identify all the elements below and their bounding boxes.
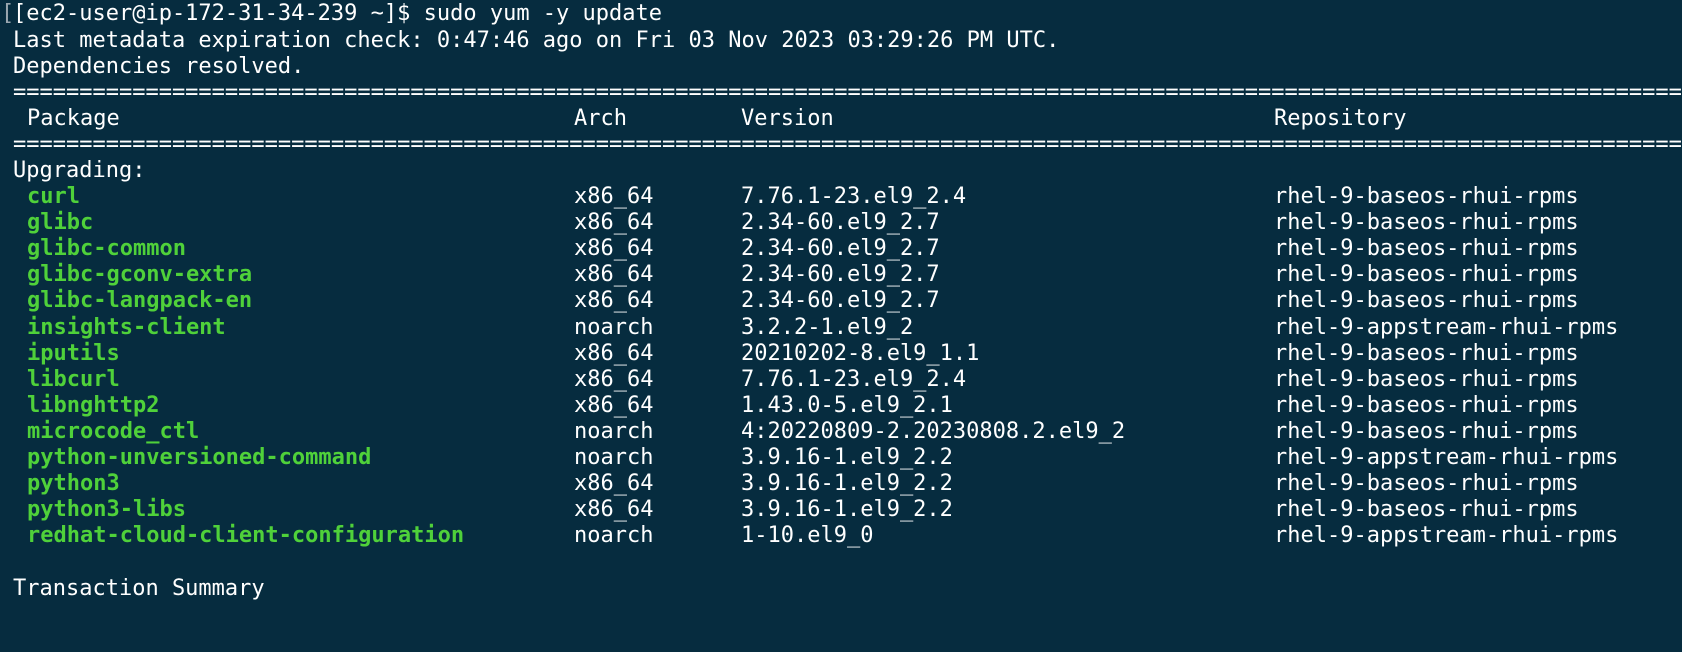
package-arch: x86_64: [574, 393, 654, 418]
package-version: 20210202-8.el9_1.1: [741, 341, 980, 366]
package-name: insights-client: [27, 315, 226, 340]
package-version: 3.9.16-1.el9_2.2: [741, 471, 953, 496]
package-version: 3.2.2-1.el9_2: [741, 315, 914, 340]
header-repository: Repository: [1274, 106, 1407, 131]
package-repository: rhel-9-baseos-rhui-rpms: [1274, 367, 1579, 392]
package-name: libcurl: [27, 367, 120, 392]
section-label: Upgrading:: [13, 158, 146, 183]
package-repository: rhel-9-appstream-rhui-rpms: [1274, 315, 1619, 340]
package-name: curl: [27, 184, 80, 209]
package-arch: noarch: [574, 315, 654, 340]
package-arch: x86_64: [574, 367, 654, 392]
package-arch: noarch: [574, 419, 654, 444]
separator-bottom: ========================================…: [13, 132, 1682, 157]
package-arch: x86_64: [574, 236, 654, 261]
package-repository: rhel-9-baseos-rhui-rpms: [1274, 236, 1579, 261]
package-version: 3.9.16-1.el9_2.2: [741, 497, 953, 522]
package-arch: noarch: [574, 523, 654, 548]
package-arch: x86_64: [574, 184, 654, 209]
header-package: Package: [27, 106, 120, 131]
package-version: 2.34-60.el9_2.7: [741, 236, 940, 261]
package-version: 2.34-60.el9_2.7: [741, 288, 940, 313]
package-repository: rhel-9-baseos-rhui-rpms: [1274, 210, 1579, 235]
package-repository: rhel-9-baseos-rhui-rpms: [1274, 471, 1579, 496]
package-name: glibc-common: [27, 236, 186, 261]
package-version: 1.43.0-5.el9_2.1: [741, 393, 953, 418]
package-name: libnghttp2: [27, 393, 160, 418]
package-name: glibc-langpack-en: [27, 288, 253, 313]
package-repository: rhel-9-baseos-rhui-rpms: [1274, 419, 1579, 444]
package-repository: rhel-9-baseos-rhui-rpms: [1274, 497, 1579, 522]
package-repository: rhel-9-baseos-rhui-rpms: [1274, 288, 1579, 313]
package-version: 7.76.1-23.el9_2.4: [741, 184, 967, 209]
package-name: python-unversioned-command: [27, 445, 372, 470]
package-repository: rhel-9-appstream-rhui-rpms: [1274, 445, 1619, 470]
package-version: 1-10.el9_0: [741, 523, 874, 548]
package-name: python3-libs: [27, 497, 186, 522]
package-repository: rhel-9-baseos-rhui-rpms: [1274, 184, 1579, 209]
header-version: Version: [741, 106, 834, 131]
package-repository: rhel-9-baseos-rhui-rpms: [1274, 262, 1579, 287]
command-prompt: [ec2-user@ip-172-31-34-239 ~]$ sudo yum …: [13, 1, 663, 26]
package-version: 4:20220809-2.20230808.2.el9_2: [741, 419, 1126, 444]
terminal-window[interactable]: [ [ec2-user@ip-172-31-34-239 ~]$ sudo yu…: [0, 0, 1682, 652]
package-name: glibc: [27, 210, 94, 235]
package-arch: noarch: [574, 445, 654, 470]
package-arch: x86_64: [574, 210, 654, 235]
package-name: iputils: [27, 341, 120, 366]
dependencies-line: Dependencies resolved.: [13, 54, 305, 79]
package-version: 2.34-60.el9_2.7: [741, 210, 940, 235]
package-arch: x86_64: [574, 262, 654, 287]
package-arch: x86_64: [574, 341, 654, 366]
package-name: glibc-gconv-extra: [27, 262, 253, 287]
package-name: python3: [27, 471, 120, 496]
package-arch: x86_64: [574, 288, 654, 313]
package-arch: x86_64: [574, 497, 654, 522]
package-repository: rhel-9-baseos-rhui-rpms: [1274, 393, 1579, 418]
metadata-line: Last metadata expiration check: 0:47:46 …: [13, 28, 1060, 53]
package-name: microcode_ctl: [27, 419, 200, 444]
header-arch: Arch: [574, 106, 627, 131]
package-version: 7.76.1-23.el9_2.4: [741, 367, 967, 392]
package-version: 2.34-60.el9_2.7: [741, 262, 940, 287]
package-version: 3.9.16-1.el9_2.2: [741, 445, 953, 470]
package-name: redhat-cloud-client-configuration: [27, 523, 465, 548]
transaction-summary-label: Transaction Summary: [13, 576, 265, 601]
separator-top: ========================================…: [13, 80, 1682, 105]
package-arch: x86_64: [574, 471, 654, 496]
package-repository: rhel-9-baseos-rhui-rpms: [1274, 341, 1579, 366]
package-repository: rhel-9-appstream-rhui-rpms: [1274, 523, 1619, 548]
